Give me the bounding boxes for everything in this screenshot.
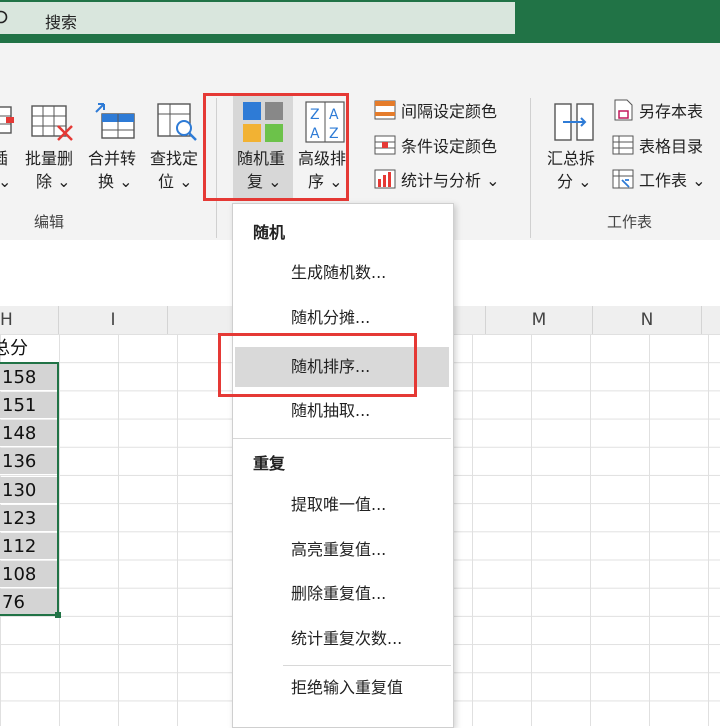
insert-icon (0, 106, 14, 134)
menu-item-random-allocate[interactable]: 随机分摊... (235, 298, 449, 338)
delete-table-icon (31, 105, 73, 141)
menu-section-repeat: 重复 (253, 454, 286, 473)
search-icon (0, 10, 8, 24)
menu-item-delete-duplicates[interactable]: 删除重复值... (235, 574, 449, 614)
batch-delete-button[interactable]: 批量删 除 ⌄ (22, 98, 82, 198)
column-header-h[interactable]: H (0, 306, 59, 335)
cell-h-header[interactable]: 总分 (0, 335, 48, 362)
worksheet-button[interactable]: 工作表 ⌄ (612, 167, 706, 191)
group-divider (530, 98, 531, 238)
summary-split-icon (554, 103, 594, 141)
conditional-color-button[interactable]: 条件设定颜色 (374, 133, 497, 157)
worksheet-icon (612, 169, 634, 189)
summary-split-button[interactable]: 汇总拆 分 ⌄ (545, 98, 605, 198)
save-sheet-icon (614, 99, 633, 121)
merge-icon (95, 103, 135, 139)
menu-item-count-duplicates[interactable]: 统计重复次数... (235, 619, 449, 659)
title-bar: 搜索 (0, 0, 720, 43)
merge-convert-button[interactable]: 合并转 换 ⌄ (86, 98, 146, 198)
menu-divider (283, 665, 451, 666)
column-header-n[interactable]: N (593, 306, 702, 335)
highlight-random-sort (218, 333, 417, 397)
highlight-random-repeat (203, 93, 349, 201)
stats-analysis-button[interactable]: 统计与分析 ⌄ (374, 167, 500, 191)
conditional-color-icon (374, 135, 396, 155)
group-label-worksheet: 工作表 (607, 213, 653, 231)
menu-divider (233, 438, 451, 439)
menu-item-reject-duplicates[interactable]: 拒绝输入重复值 (235, 668, 449, 708)
selection-frame (0, 362, 59, 616)
menu-section-random: 随机 (253, 223, 286, 242)
stats-icon (374, 169, 396, 189)
table-catalog-icon (612, 135, 634, 155)
menu-item-generate-random[interactable]: 生成随机数... (235, 253, 449, 293)
random-repeat-menu: 随机 生成随机数... 随机分摊... 随机排序... 随机抽取... 重复 提… (232, 203, 454, 728)
column-header-o[interactable] (702, 306, 720, 335)
menu-item-random-extract[interactable]: 随机抽取... (235, 391, 449, 431)
search-box[interactable]: 搜索 (0, 2, 515, 34)
table-catalog-button[interactable]: 表格目录 (612, 133, 703, 157)
interval-color-icon (374, 100, 396, 120)
fill-handle[interactable] (55, 612, 61, 618)
column-header-l[interactable] (452, 306, 486, 335)
save-sheet-button[interactable]: 另存本表 (612, 98, 703, 122)
column-header-i[interactable]: I (59, 306, 168, 335)
group-label-edit: 编辑 (34, 213, 65, 231)
column-header-m[interactable]: M (486, 306, 593, 335)
menu-item-highlight-duplicates[interactable]: 高亮重复值... (235, 530, 449, 570)
insert-button[interactable]: 插 ⌄ (0, 98, 20, 198)
menu-item-extract-unique[interactable]: 提取唯一值... (235, 485, 449, 525)
find-icon (157, 103, 197, 141)
search-label: 搜索 (45, 13, 78, 32)
find-locate-button[interactable]: 查找定 位 ⌄ (148, 98, 208, 198)
interval-color-button[interactable]: 间隔设定颜色 (374, 98, 497, 122)
